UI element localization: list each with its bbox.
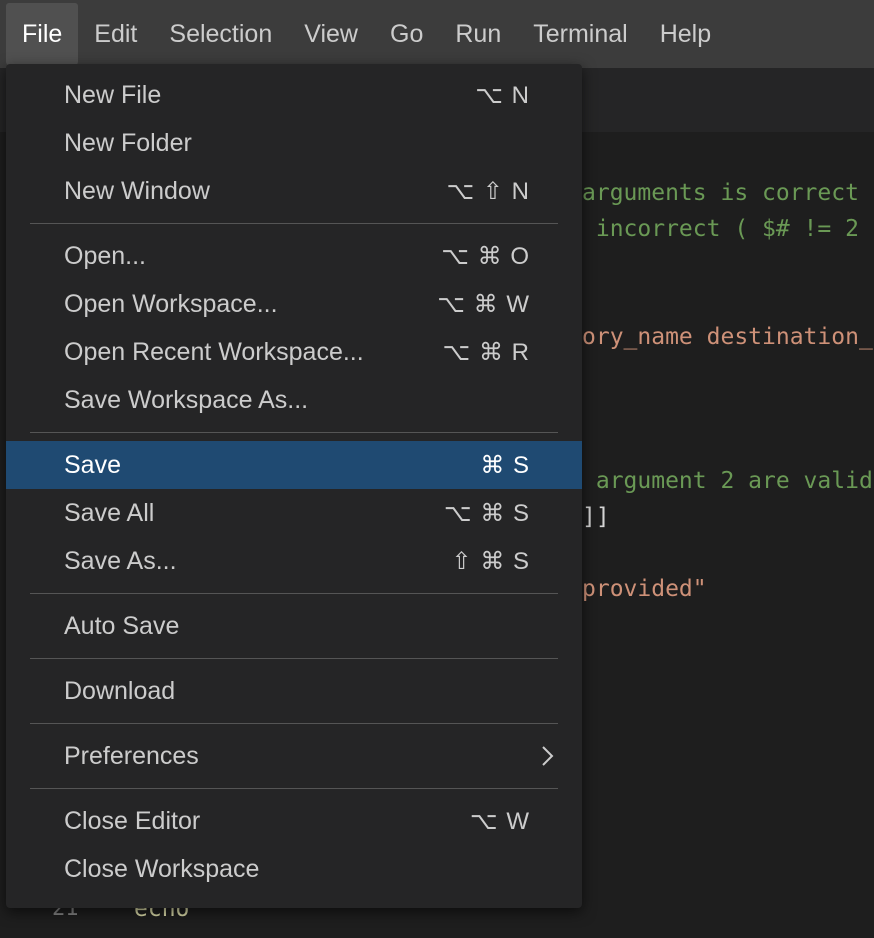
menu-item-label: Open Recent Workspace... <box>64 337 364 366</box>
menu-item-shortcut: ⌥ W <box>470 807 530 835</box>
menu-item-new-window[interactable]: New Window ⌥ ⇧ N <box>6 167 582 215</box>
menu-separator <box>30 723 558 724</box>
menu-item-label: New Folder <box>64 128 192 157</box>
menu-item-label: Save <box>64 450 121 479</box>
menu-item-label: New File <box>64 80 162 109</box>
menu-separator <box>30 788 558 789</box>
menu-item-shortcut: ⌘ S <box>480 451 530 479</box>
code-fragment: incorrect ( $# != 2 <box>582 216 859 242</box>
menu-item-save-workspace-as[interactable]: Save Workspace As... <box>6 376 582 424</box>
menubar-file[interactable]: File <box>6 3 79 65</box>
menu-item-save-all[interactable]: Save All ⌥ ⌘ S <box>6 489 582 537</box>
menubar-view[interactable]: View <box>288 3 374 65</box>
menu-item-label: Close Editor <box>64 806 201 835</box>
code-fragment: argument 2 are valid <box>582 468 873 494</box>
menu-item-shortcut: ⌥ ⌘ S <box>444 499 530 527</box>
menubar-selection[interactable]: Selection <box>153 3 288 65</box>
menu-item-label: Open... <box>64 241 146 270</box>
code-fragment: provided" <box>582 576 707 602</box>
menu-item-download[interactable]: Download <box>6 667 582 715</box>
menu-item-save[interactable]: Save ⌘ S <box>6 441 582 489</box>
menu-item-shortcut: ⌥ ⌘ R <box>442 338 530 366</box>
code-fragment: ]] <box>582 504 610 530</box>
menu-item-label: New Window <box>64 176 210 205</box>
menubar-edit[interactable]: Edit <box>78 3 153 65</box>
menu-item-label: Save All <box>64 498 155 527</box>
menu-item-shortcut: ⇧ ⌘ S <box>451 547 530 575</box>
menu-item-shortcut: ⌥ ⌘ O <box>441 242 530 270</box>
file-menu-dropdown: New File ⌥ N New Folder New Window ⌥ ⇧ N Open… <box>6 64 582 908</box>
code-fragment: arguments is correct <box>582 180 859 206</box>
menu-item-label: Preferences <box>64 741 199 770</box>
menu-item-shortcut: ⌥ ⌘ W <box>437 290 530 318</box>
menu-item-new-file[interactable]: New File ⌥ N <box>6 71 582 119</box>
menu-item-open-workspace[interactable]: Open Workspace... ⌥ ⌘ W <box>6 280 582 328</box>
menu-item-label: Close Workspace <box>64 854 260 883</box>
menu-item-label: Save As... <box>64 546 177 575</box>
menubar-run[interactable]: Run <box>439 3 517 65</box>
menu-item-close-editor[interactable]: Close Editor ⌥ W <box>6 797 582 845</box>
menu-item-preferences[interactable]: Preferences <box>6 732 582 780</box>
menu-item-open[interactable]: Open... ⌥ ⌘ O <box>6 232 582 280</box>
menubar-terminal[interactable]: Terminal <box>517 3 643 65</box>
menu-item-label: Auto Save <box>64 611 180 640</box>
menu-item-close-workspace[interactable]: Close Workspace <box>6 845 582 893</box>
menu-item-auto-save[interactable]: Auto Save <box>6 602 582 650</box>
menu-item-open-recent-workspace[interactable]: Open Recent Workspace... ⌥ ⌘ R <box>6 328 582 376</box>
menu-item-new-folder[interactable]: New Folder <box>6 119 582 167</box>
menu-separator <box>30 432 558 433</box>
menubar-help[interactable]: Help <box>644 3 727 65</box>
menubar-go[interactable]: Go <box>374 3 439 65</box>
menu-item-shortcut: ⌥ N <box>475 81 530 109</box>
code-fragment: ory_name destination_ <box>582 324 873 350</box>
chevron-right-icon <box>542 746 554 766</box>
menu-item-save-as[interactable]: Save As... ⇧ ⌘ S <box>6 537 582 585</box>
menu-separator <box>30 223 558 224</box>
menu-item-label: Save Workspace As... <box>64 385 309 414</box>
menu-bar: File Edit Selection View Go Run Terminal Help <box>0 0 874 68</box>
menu-item-label: Open Workspace... <box>64 289 278 318</box>
menu-item-shortcut: ⌥ ⇧ N <box>446 177 530 205</box>
menu-separator <box>30 658 558 659</box>
menu-item-label: Download <box>64 676 176 705</box>
menu-separator <box>30 593 558 594</box>
